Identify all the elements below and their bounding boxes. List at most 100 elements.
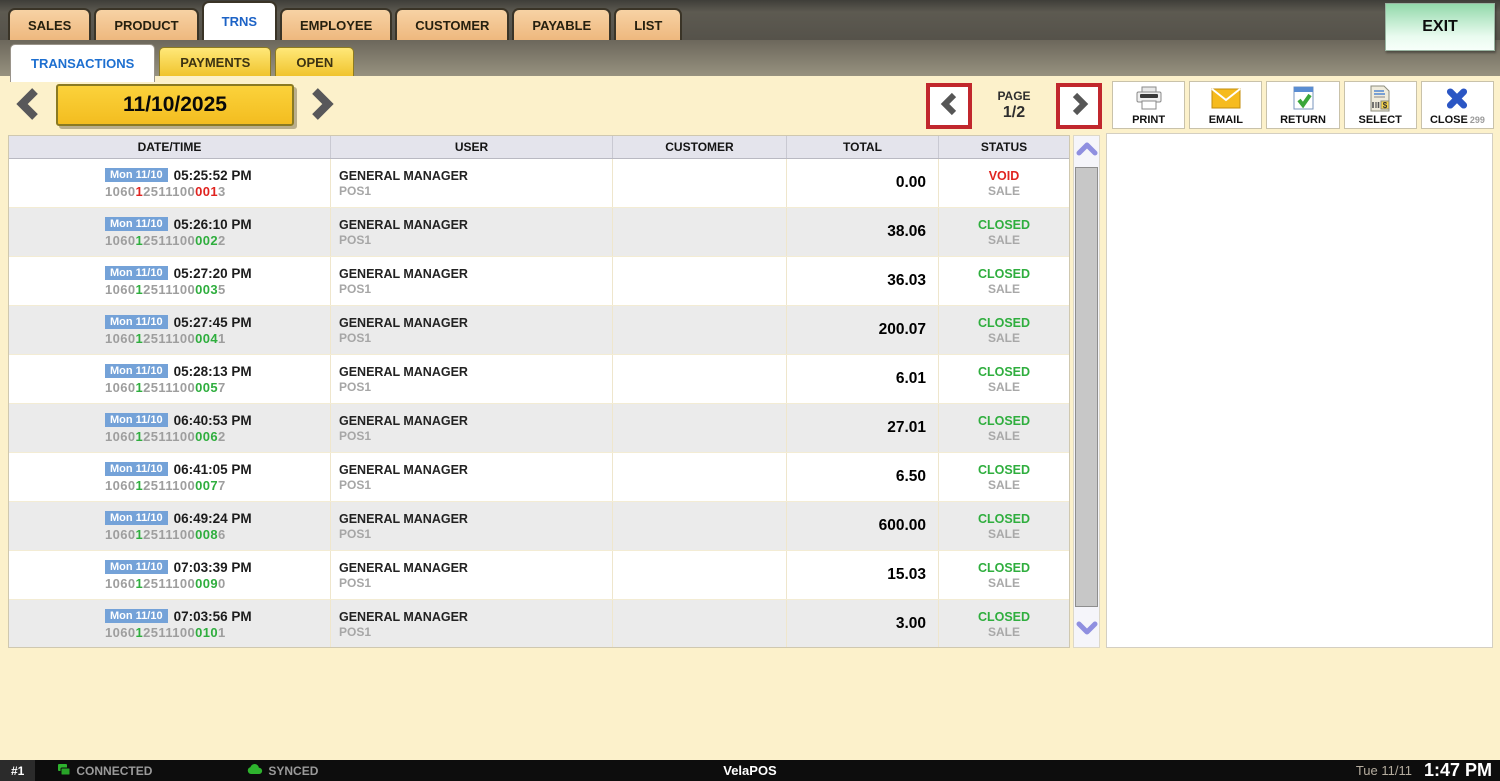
status-type: SALE: [988, 380, 1020, 394]
status-cell: CLOSED SALE: [939, 600, 1069, 648]
header-status: STATUS: [939, 136, 1069, 158]
terminal-name: POS1: [339, 625, 612, 639]
status-badge: CLOSED: [978, 463, 1030, 477]
customer-cell: [613, 257, 787, 305]
exit-button[interactable]: EXIT: [1385, 3, 1495, 51]
table-row[interactable]: Mon 11/10 05:27:20 PM 1060125111000035 G…: [9, 257, 1069, 306]
status-cell: CLOSED SALE: [939, 208, 1069, 256]
subtab-open[interactable]: OPEN: [275, 47, 354, 76]
date-selector-button[interactable]: 11/10/2025: [56, 84, 294, 126]
sub-tab-bar: TRANSACTIONS PAYMENTS OPEN: [0, 40, 1500, 76]
status-type: SALE: [988, 184, 1020, 198]
customer-cell: [613, 159, 787, 207]
close-count-badge: 299: [1470, 115, 1485, 125]
transaction-time: 05:28:13 PM: [174, 364, 252, 379]
transaction-time: 06:49:24 PM: [174, 511, 252, 526]
total-cell: 0.00: [787, 159, 939, 207]
scroll-down-button[interactable]: [1074, 615, 1099, 645]
table-row[interactable]: Mon 11/10 07:03:39 PM 1060125111000090 G…: [9, 551, 1069, 600]
status-type: SALE: [988, 527, 1020, 541]
status-badge: CLOSED: [978, 512, 1030, 526]
total-cell: 3.00: [787, 600, 939, 648]
date-badge: Mon 11/10: [105, 217, 168, 231]
tab-list[interactable]: LIST: [614, 8, 682, 40]
tab-product[interactable]: PRODUCT: [94, 8, 198, 40]
subtab-transactions[interactable]: TRANSACTIONS: [10, 44, 155, 82]
date-badge: Mon 11/10: [105, 462, 168, 476]
status-cell: CLOSED SALE: [939, 404, 1069, 452]
clock-area: Tue 11/11 1:47 PM: [1356, 760, 1492, 781]
status-cell: VOID SALE: [939, 159, 1069, 207]
transaction-number: 1060125111000090: [105, 576, 330, 591]
customer-cell: [613, 306, 787, 354]
chevron-left-icon: [939, 92, 959, 121]
terminal-name: POS1: [339, 527, 612, 541]
tab-customer[interactable]: CUSTOMER: [395, 8, 509, 40]
content-area: 11/10/2025 PAGE 1/2: [0, 76, 1500, 760]
tab-employee[interactable]: EMPLOYEE: [280, 8, 392, 40]
previous-date-button[interactable]: [14, 86, 42, 125]
customer-cell: [613, 208, 787, 256]
date-navigation: 11/10/2025: [14, 84, 336, 126]
table-scrollbar[interactable]: [1073, 135, 1100, 648]
terminal-name: POS1: [339, 233, 612, 247]
status-type: SALE: [988, 625, 1020, 639]
total-cell: 6.50: [787, 453, 939, 501]
transaction-number: 1060125111000041: [105, 331, 330, 346]
transaction-time: 05:27:20 PM: [174, 266, 252, 281]
customer-cell: [613, 551, 787, 599]
return-button[interactable]: RETURN: [1266, 81, 1339, 129]
status-type: SALE: [988, 429, 1020, 443]
status-bar: #1 CONNECTED SYNCED VelaPOS Tue 11/11 1:…: [0, 760, 1500, 781]
select-button[interactable]: $ SELECT: [1344, 81, 1417, 129]
table-row[interactable]: Mon 11/10 06:49:24 PM 1060125111000086 G…: [9, 502, 1069, 551]
total-cell: 38.06: [787, 208, 939, 256]
transactions-table: DATE/TIME USER CUSTOMER TOTAL STATUS Mon…: [8, 135, 1070, 648]
user-name: GENERAL MANAGER: [339, 414, 612, 428]
email-button[interactable]: EMAIL: [1189, 81, 1262, 129]
scrollbar-thumb[interactable]: [1075, 167, 1098, 607]
total-cell: 27.01: [787, 404, 939, 452]
subtab-payments[interactable]: PAYMENTS: [159, 47, 271, 76]
close-button[interactable]: CLOSE 299: [1421, 81, 1494, 129]
user-name: GENERAL MANAGER: [339, 169, 612, 183]
transaction-time: 05:25:52 PM: [174, 168, 252, 183]
user-name: GENERAL MANAGER: [339, 365, 612, 379]
table-row[interactable]: Mon 11/10 06:40:53 PM 1060125111000062 G…: [9, 404, 1069, 453]
table-row[interactable]: Mon 11/10 06:41:05 PM 1060125111000077 G…: [9, 453, 1069, 502]
table-row[interactable]: Mon 11/10 05:25:52 PM 1060125111000013 G…: [9, 159, 1069, 208]
page-navigation: PAGE 1/2: [926, 83, 1102, 129]
previous-page-button[interactable]: [926, 83, 972, 129]
next-page-button[interactable]: [1056, 83, 1102, 129]
status-badge: CLOSED: [978, 365, 1030, 379]
total-cell: 36.03: [787, 257, 939, 305]
customer-cell: [613, 453, 787, 501]
status-badge: CLOSED: [978, 267, 1030, 281]
table-row[interactable]: Mon 11/10 07:03:56 PM 1060125111000101 G…: [9, 600, 1069, 648]
transaction-time: 06:40:53 PM: [174, 413, 252, 428]
header-datetime: DATE/TIME: [9, 136, 331, 158]
tab-trns[interactable]: TRNS: [202, 1, 277, 40]
transaction-time: 07:03:56 PM: [174, 609, 252, 624]
table-row[interactable]: Mon 11/10 05:27:45 PM 1060125111000041 G…: [9, 306, 1069, 355]
close-x-icon: [1444, 82, 1470, 114]
date-badge: Mon 11/10: [105, 560, 168, 574]
next-date-button[interactable]: [308, 86, 336, 125]
status-cell: CLOSED SALE: [939, 355, 1069, 403]
status-badge: CLOSED: [978, 561, 1030, 575]
tab-sales[interactable]: SALES: [8, 8, 91, 40]
user-name: GENERAL MANAGER: [339, 218, 612, 232]
scroll-up-button[interactable]: [1074, 136, 1099, 166]
app-brand: VelaPOS: [0, 763, 1500, 778]
printer-icon: [1135, 82, 1163, 114]
terminal-name: POS1: [339, 380, 612, 394]
date-badge: Mon 11/10: [105, 315, 168, 329]
tab-payable[interactable]: PAYABLE: [512, 8, 611, 40]
header-customer: CUSTOMER: [613, 136, 787, 158]
chevron-up-icon: [1076, 141, 1098, 162]
status-badge: CLOSED: [978, 414, 1030, 428]
select-receipt-icon: $: [1369, 82, 1391, 114]
table-row[interactable]: Mon 11/10 05:28:13 PM 1060125111000057 G…: [9, 355, 1069, 404]
print-button[interactable]: PRINT: [1112, 81, 1185, 129]
table-row[interactable]: Mon 11/10 05:26:10 PM 1060125111000022 G…: [9, 208, 1069, 257]
